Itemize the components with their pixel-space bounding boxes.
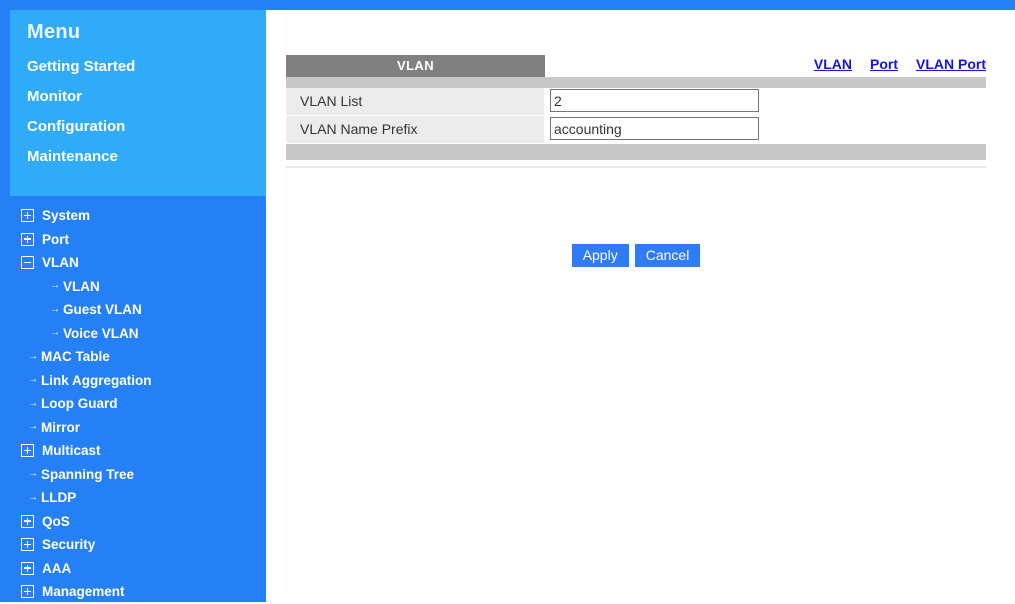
- form-label: VLAN List: [286, 88, 545, 115]
- tree-item-label: MAC Table: [41, 349, 110, 365]
- form-row: VLAN Name Prefix: [286, 116, 986, 144]
- arrow-icon: →: [28, 350, 38, 362]
- tree-item-management[interactable]: Management: [10, 580, 266, 604]
- tree-item-guest-vlan[interactable]: → Guest VLAN: [10, 298, 266, 322]
- arrow-icon: →: [50, 303, 60, 315]
- tree-item-label: VLAN: [42, 255, 79, 271]
- menu-link-configuration[interactable]: Configuration: [10, 119, 266, 134]
- tree-item-aaa[interactable]: AAA: [10, 557, 266, 581]
- arrow-icon: →: [28, 468, 38, 480]
- form-label: VLAN Name Prefix: [286, 116, 545, 143]
- tab-vlan[interactable]: VLAN: [286, 55, 545, 77]
- table-bottom-strip: [286, 144, 986, 160]
- arrow-icon: →: [28, 397, 38, 409]
- nav-link-port[interactable]: Port: [870, 56, 898, 72]
- tree-item-label: Guest VLAN: [63, 302, 142, 318]
- menu-panel: Menu Getting Started Monitor Configuration…: [10, 10, 266, 196]
- tree-item-label: Management: [42, 584, 125, 600]
- cancel-button[interactable]: Cancel: [634, 244, 701, 267]
- section-divider: [286, 166, 986, 168]
- tree-item-label: Mirror: [41, 419, 81, 435]
- form-value-cell: [545, 88, 986, 115]
- tree-item-loop-guard[interactable]: → Loop Guard: [10, 392, 266, 416]
- menu-title: Menu: [27, 21, 81, 43]
- arrow-icon: →: [28, 491, 38, 503]
- plus-box-icon[interactable]: [21, 585, 34, 599]
- button-bar: Apply Cancel: [286, 244, 986, 267]
- plus-box-icon[interactable]: [21, 444, 34, 458]
- panel-nav-links: VLAN Port VLAN Port: [814, 56, 986, 72]
- tree-item-mac-table[interactable]: → MAC Table: [10, 345, 266, 369]
- tree-item-security[interactable]: Security: [10, 533, 266, 557]
- tree-item-qos[interactable]: QoS: [10, 510, 266, 534]
- arrow-icon: →: [28, 374, 38, 386]
- vlan-list-input[interactable]: [550, 89, 759, 112]
- vlan-name-prefix-input[interactable]: [550, 117, 759, 140]
- tree-item-lldp[interactable]: → LLDP: [10, 486, 266, 510]
- arrow-icon: →: [28, 421, 38, 433]
- tree-item-spanning-tree[interactable]: → Spanning Tree: [10, 463, 266, 487]
- tree-item-vlan[interactable]: VLAN: [10, 251, 266, 275]
- table-top-strip: [286, 77, 986, 88]
- tree-item-vlan[interactable]: → VLAN: [10, 275, 266, 299]
- tree-item-label: System: [42, 208, 91, 224]
- plus-box-icon[interactable]: [21, 232, 34, 246]
- menu-link-maintenance[interactable]: Maintenance: [10, 149, 266, 164]
- arrow-icon: →: [50, 327, 60, 339]
- tree-item-multicast[interactable]: Multicast: [10, 439, 266, 463]
- minus-box-icon[interactable]: [21, 256, 34, 270]
- form-row: VLAN List: [286, 88, 986, 116]
- tree-item-voice-vlan[interactable]: → Voice VLAN: [10, 322, 266, 346]
- tree-item-system[interactable]: System: [10, 204, 266, 228]
- tree-item-mirror[interactable]: → Mirror: [10, 416, 266, 440]
- tree-item-label: Loop Guard: [41, 396, 118, 412]
- menu-link-list: Getting Started Monitor Configuration Maint…: [10, 59, 266, 164]
- plus-box-icon[interactable]: [21, 514, 34, 528]
- plus-box-icon[interactable]: [21, 561, 34, 575]
- menu-link-monitor[interactable]: Monitor: [10, 89, 266, 104]
- tree-item-port[interactable]: Port: [10, 228, 266, 252]
- top-accent-bar: [0, 0, 1015, 10]
- nav-link-vlan-port[interactable]: VLAN Port: [916, 56, 986, 72]
- tree-item-label: Spanning Tree: [41, 466, 135, 482]
- sidebar: Menu Getting Started Monitor Configuration…: [0, 10, 266, 602]
- tree-item-label: QoS: [42, 513, 70, 529]
- tree-item-label: AAA: [42, 560, 72, 576]
- tree-item-label: Port: [42, 231, 69, 247]
- tree-item-label: Link Aggregation: [41, 372, 152, 388]
- tree-item-label: VLAN: [63, 278, 100, 294]
- tree-item-label: Multicast: [42, 443, 101, 459]
- nav-link-vlan[interactable]: VLAN: [814, 56, 852, 72]
- vlan-config-panel: VLAN VLAN Port VLAN Port VLAN ListVLAN Nam…: [286, 55, 986, 168]
- panel-header: VLAN VLAN Port VLAN Port: [286, 55, 986, 77]
- plus-box-icon[interactable]: [21, 538, 34, 552]
- tree-item-label: Voice VLAN: [63, 325, 139, 341]
- apply-button[interactable]: Apply: [571, 244, 629, 267]
- form-rows: VLAN ListVLAN Name Prefix: [286, 88, 986, 144]
- menu-link-getting-started[interactable]: Getting Started: [10, 59, 266, 74]
- tree-item-label: Security: [42, 537, 96, 553]
- tree-item-link-aggregation[interactable]: → Link Aggregation: [10, 369, 266, 393]
- arrow-icon: →: [50, 280, 60, 292]
- form-value-cell: [545, 116, 986, 143]
- content-area: VLAN VLAN Port VLAN Port VLAN ListVLAN Nam…: [266, 10, 1015, 602]
- plus-box-icon[interactable]: [21, 209, 34, 223]
- navigation-tree: System Port VLAN → VLAN → Guest VLAN → Voice VLA…: [10, 196, 266, 602]
- tree-item-label: LLDP: [41, 490, 77, 506]
